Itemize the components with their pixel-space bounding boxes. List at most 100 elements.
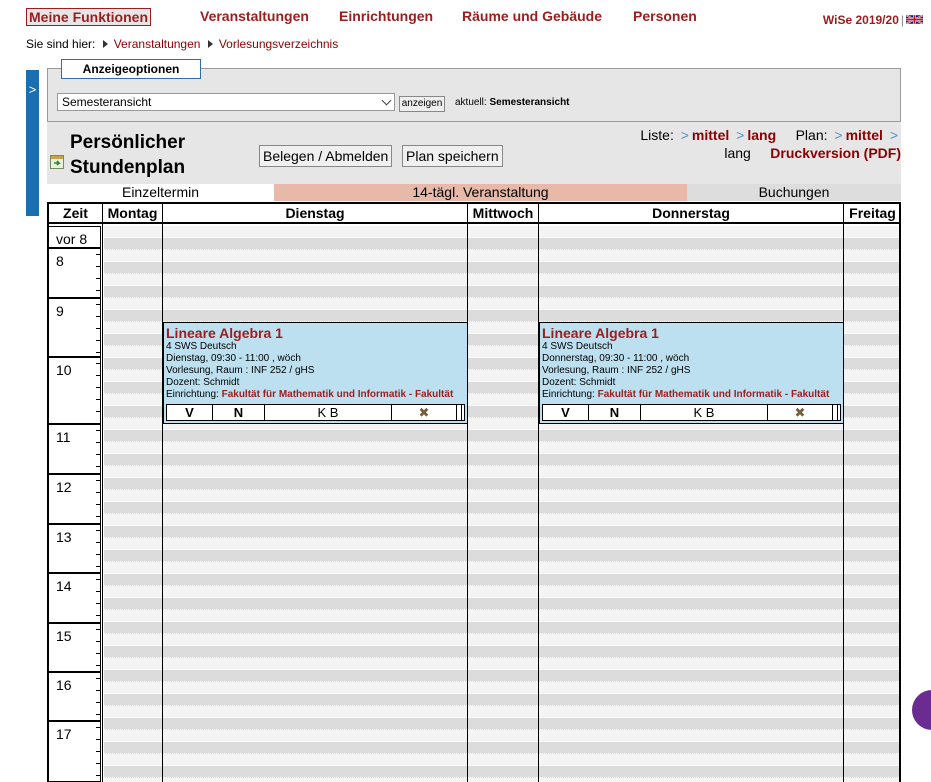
time-slot	[104, 478, 899, 490]
display-options-tab[interactable]: Anzeigeoptionen	[61, 59, 201, 79]
print-version-link[interactable]: Druckversion (PDF)	[770, 145, 901, 161]
legend: Einzeltermin 14-tägl. Veranstaltung Buch…	[47, 184, 901, 201]
hour-tick	[96, 516, 101, 517]
event-card[interactable]: Lineare Algebra 1 4 SWS Deutsch Dienstag…	[163, 322, 468, 424]
time-slot	[104, 634, 899, 646]
event-action-kb[interactable]: K B	[641, 405, 768, 420]
plan-long-link[interactable]: lang	[724, 145, 750, 161]
event-institution: Einrichtung: Fakultät für Mathematik und…	[166, 389, 465, 401]
event-action-kb[interactable]: K B	[265, 405, 392, 420]
hour-tick	[96, 653, 101, 654]
semester-label[interactable]: WiSe 2019/20	[823, 13, 899, 27]
uk-flag-icon[interactable]	[906, 14, 923, 25]
delete-icon[interactable]: ✖	[419, 405, 430, 420]
time-slot	[104, 742, 899, 754]
chat-bubble-button[interactable]	[912, 690, 931, 730]
time-slot	[104, 442, 899, 454]
event-action-v[interactable]: V	[543, 405, 589, 420]
time-slot	[104, 598, 899, 610]
column-header-thursday: Donnerstag	[539, 202, 843, 224]
time-slot	[104, 466, 899, 478]
hour-tick	[96, 591, 101, 592]
time-slot	[104, 754, 899, 766]
time-slot	[104, 298, 899, 310]
arrow-icon: >	[834, 127, 843, 143]
hour-tick	[96, 466, 101, 467]
time-slot	[104, 658, 899, 670]
time-slot	[104, 550, 899, 562]
time-slot	[104, 514, 899, 526]
hour-label: 11	[49, 424, 101, 474]
hour-label: 12	[49, 474, 101, 524]
hour-tick	[96, 665, 101, 666]
current-view-label: aktuell:	[455, 97, 487, 108]
event-card[interactable]: Lineare Algebra 1 4 SWS Deutsch Donnerst…	[539, 322, 844, 424]
save-plan-button[interactable]: Plan speichern	[402, 145, 503, 167]
enroll-unenroll-button[interactable]: Belegen / Abmelden	[259, 145, 393, 167]
current-view: aktuell: Semesteransicht	[455, 97, 570, 108]
time-slot	[104, 310, 899, 322]
event-title[interactable]: Lineare Algebra 1	[542, 325, 841, 341]
hour-tick	[96, 352, 101, 353]
hour-tick	[96, 375, 101, 376]
list-long-link[interactable]: lang	[747, 127, 776, 143]
time-slot	[104, 490, 899, 502]
event-delete[interactable]: ✖	[768, 405, 833, 420]
hour-tick	[96, 266, 101, 267]
event-institution-link[interactable]: Fakultät für Mathematik und Informatik -…	[222, 389, 454, 400]
hour-tick	[96, 363, 101, 364]
nav-rooms-buildings[interactable]: Räume und Gebäude	[462, 8, 602, 24]
nav-courses[interactable]: Veranstaltungen	[200, 8, 309, 24]
event-title[interactable]: Lineare Algebra 1	[166, 325, 465, 341]
time-slot	[104, 694, 899, 706]
event-institution-label: Einrichtung:	[166, 389, 219, 400]
time-slot	[104, 718, 899, 730]
event-institution-link[interactable]: Fakultät für Mathematik und Informatik -…	[598, 389, 830, 400]
arrow-icon: >	[889, 127, 898, 143]
event-sws: 4 SWS Deutsch	[166, 341, 237, 352]
hour-label: 13	[49, 524, 101, 573]
page-title: Persönlicher Stundenplan	[70, 130, 185, 180]
export-calendar-icon[interactable]	[50, 155, 64, 169]
hour-tick	[96, 641, 101, 642]
event-action-v[interactable]: V	[167, 405, 213, 420]
breadcrumb-course-catalog[interactable]: Vorlesungsverzeichnis	[219, 37, 338, 51]
breadcrumb-courses[interactable]: Veranstaltungen	[114, 37, 201, 51]
column-divider	[467, 202, 468, 782]
time-slot	[104, 526, 899, 538]
view-select[interactable]: Semesteransicht	[57, 93, 395, 111]
event-lecturer: Dozent: Schmidt	[166, 377, 240, 388]
hour-tick	[96, 454, 101, 455]
nav-institutions[interactable]: Einrichtungen	[339, 8, 433, 24]
hour-label: 14	[49, 573, 101, 623]
hour-tick	[96, 690, 101, 691]
nav-persons[interactable]: Personen	[633, 8, 697, 24]
delete-icon[interactable]: ✖	[795, 405, 806, 420]
time-slot	[104, 706, 899, 718]
nav-my-functions[interactable]: Meine Funktionen	[26, 8, 151, 26]
time-slot	[104, 562, 899, 574]
event-room: Vorlesung, Raum : INF 252 / gHS	[166, 365, 315, 376]
time-slot	[104, 538, 899, 550]
event-sws: 4 SWS Deutsch	[542, 341, 613, 352]
event-action-n[interactable]: N	[213, 405, 265, 420]
sidebar-toggle[interactable]: >	[26, 70, 39, 216]
plan-label: Plan:	[795, 127, 828, 143]
event-institution-label: Einrichtung:	[542, 389, 595, 400]
time-slot	[104, 430, 899, 442]
hour-label: 16	[49, 672, 101, 721]
hour-tick	[96, 775, 101, 776]
event-delete[interactable]: ✖	[392, 405, 457, 420]
hour-tick	[96, 430, 101, 431]
show-button[interactable]: anzeigen	[399, 96, 445, 112]
event-action-n[interactable]: N	[589, 405, 641, 420]
hour-tick	[96, 504, 101, 505]
hour-tick	[96, 554, 101, 555]
semester-selector[interactable]: WiSe 2019/20 |	[823, 13, 923, 27]
column-header-time: Zeit	[49, 202, 102, 224]
event-room: Vorlesung, Raum : INF 252 / gHS	[542, 365, 691, 376]
current-view-value: Semesteransicht	[489, 97, 570, 108]
plan-medium-link[interactable]: mittel	[846, 127, 883, 143]
list-medium-link[interactable]: mittel	[692, 127, 729, 143]
view-links: Liste: > mittel > lang Plan: > mittel > lan…	[640, 126, 901, 162]
